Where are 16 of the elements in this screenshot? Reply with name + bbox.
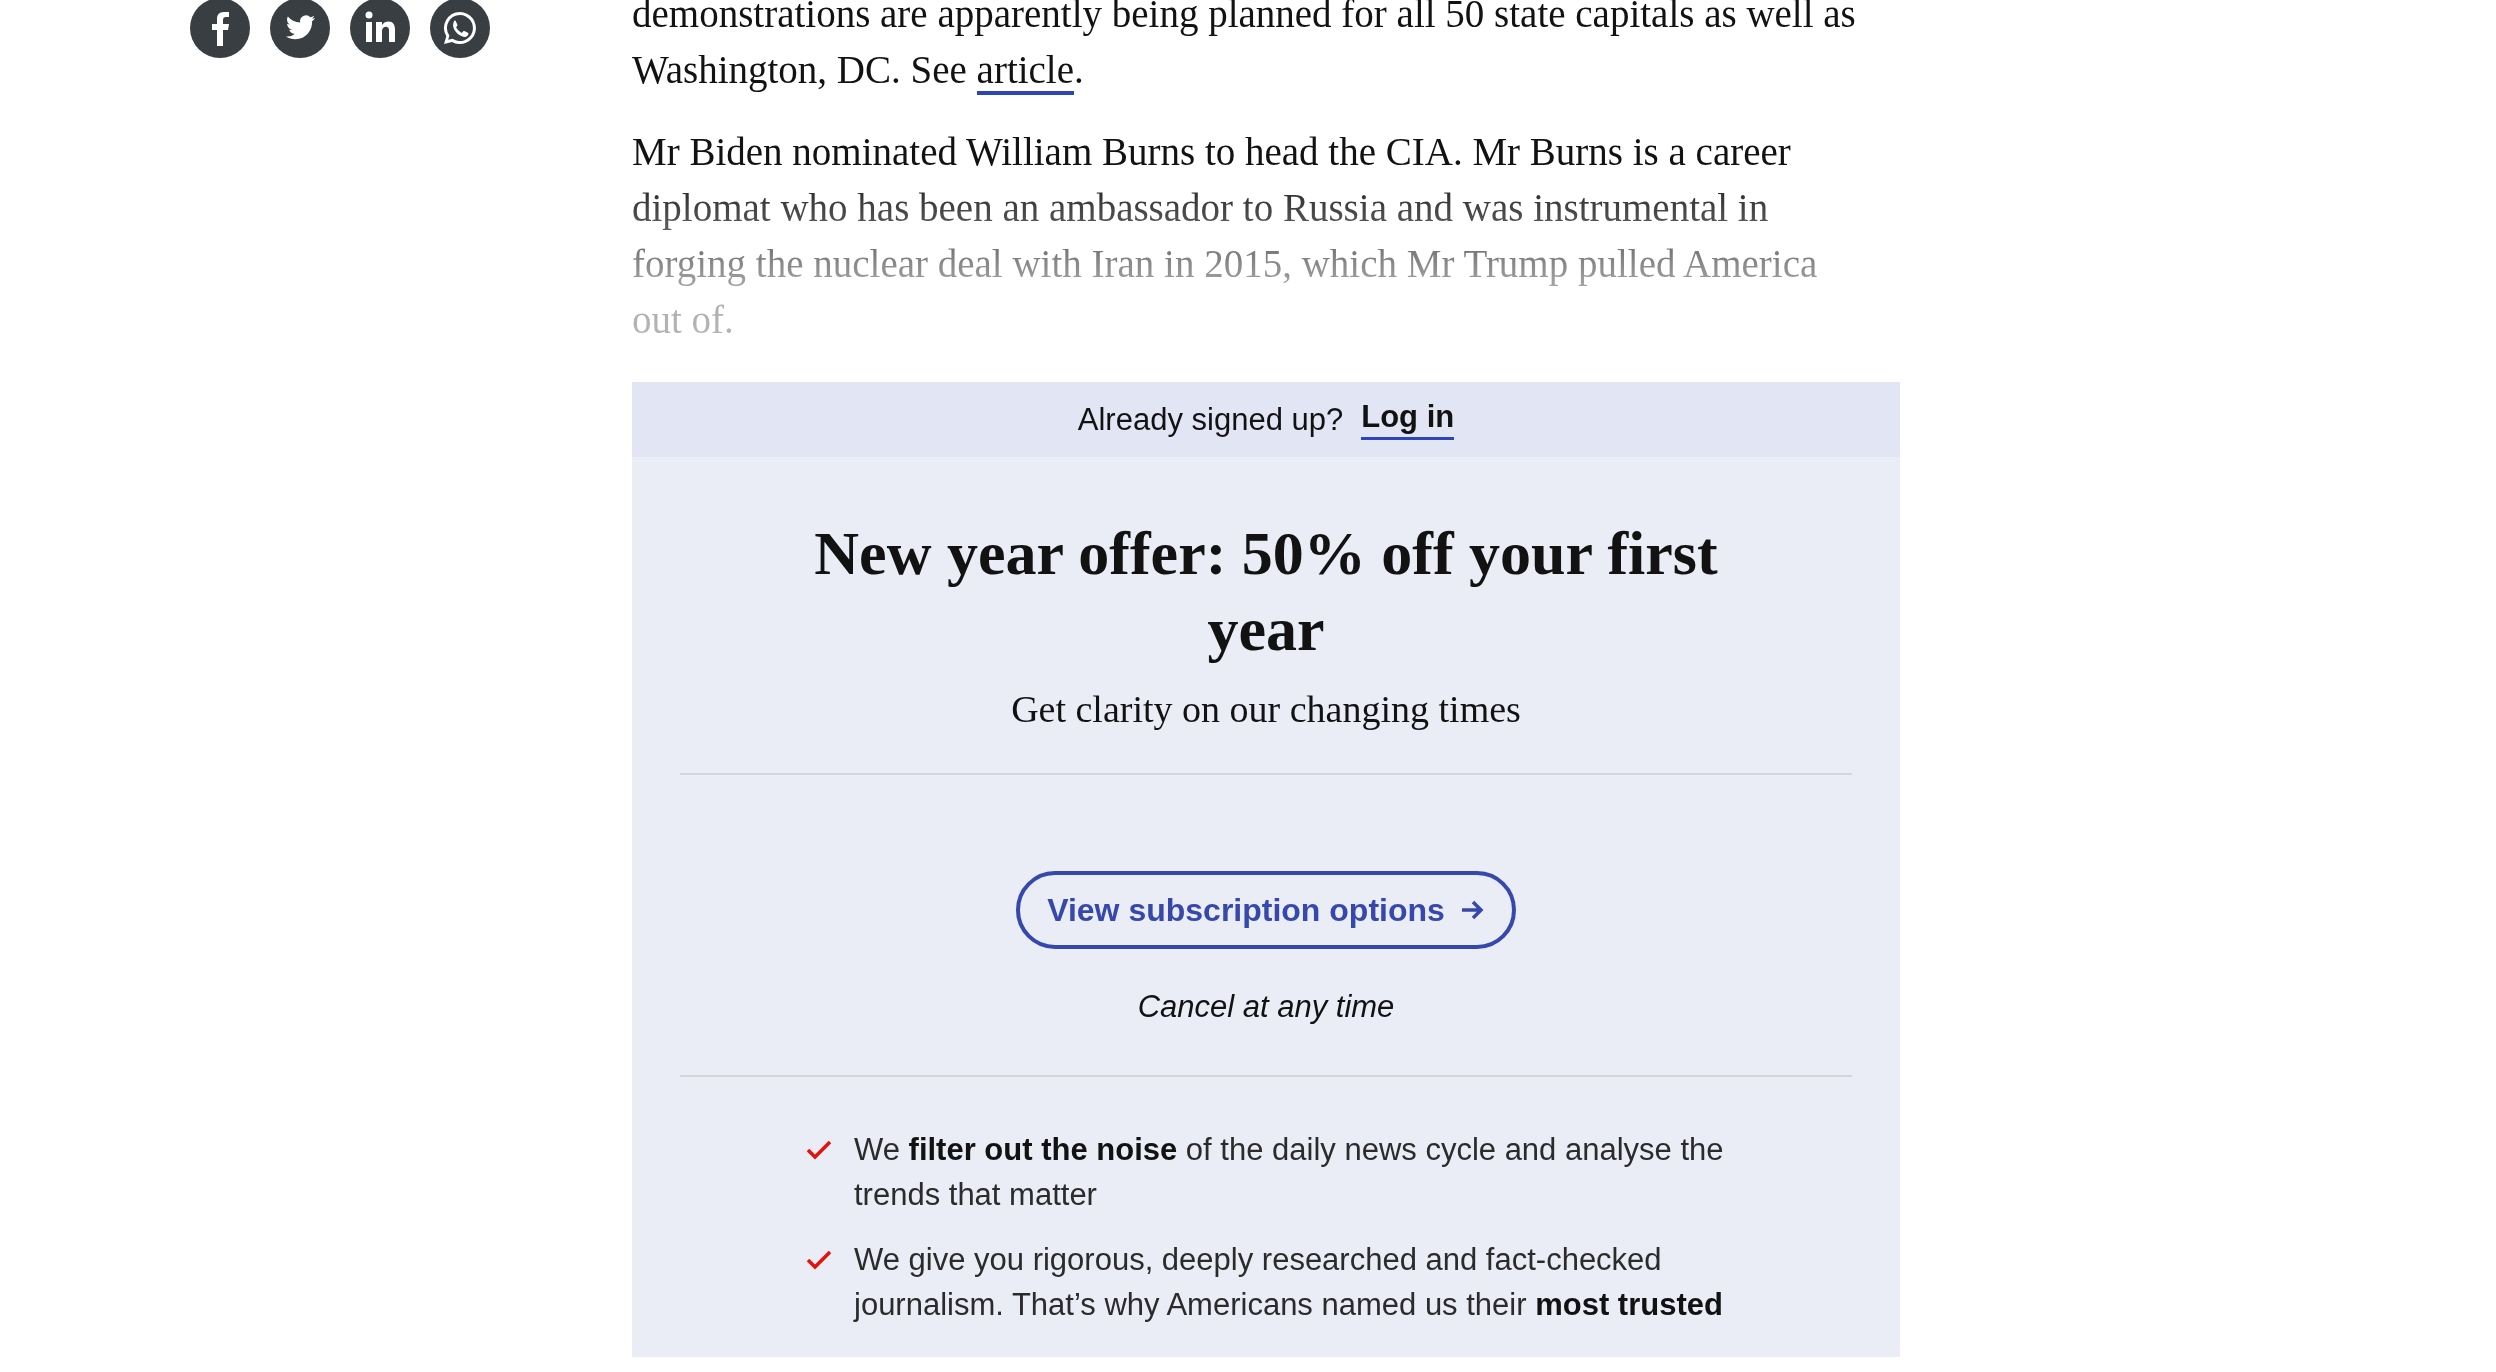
benefit-text: We give you rigorous, deeply researched and fact-checked journalism. That’s why Americans named us their most trusted (854, 1241, 1724, 1324)
check-icon (806, 1139, 832, 1161)
login-prompt: Already signed up? (1077, 401, 1344, 438)
article-link[interactable]: article (976, 48, 1075, 95)
subscription-button[interactable]: View subscription options (1016, 871, 1516, 949)
check-icon (806, 1249, 832, 1271)
facebook-icon[interactable] (190, 0, 250, 58)
article-paragraph: Mr Biden nominated William Burns to head the CIA. Mr Burns is a career diplomat who has been an ambassador to Russia and was instrumental in forging the nuclear deal with Iran in 2015, which Mr Trump pulled America out of. (632, 129, 1819, 343)
cancel-note: Cancel at any time (1137, 989, 1395, 1025)
offer-subtitle: Get clarity on our changing times (1011, 687, 1521, 731)
benefit-text: We filter out the noise of the daily news cycle and analyse the trends that matter (854, 1131, 1725, 1214)
linkedin-icon[interactable] (350, 0, 410, 58)
twitter-icon[interactable] (270, 0, 330, 58)
login-link[interactable]: Log in (1361, 399, 1455, 440)
offer-headline: New year offer: 50% off your first year (813, 518, 1719, 665)
whatsapp-icon[interactable] (430, 0, 490, 58)
